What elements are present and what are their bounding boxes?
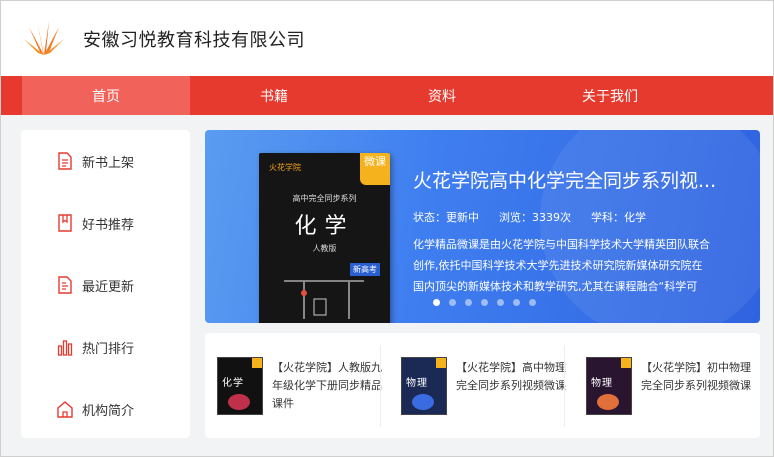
carousel-dot[interactable]: [497, 299, 504, 306]
document-icon: [58, 152, 72, 170]
book-list: 化学 【火花学院】人教版九年级化学下册同步精品课件 物理 【火花学院】高中物理完…: [205, 333, 760, 438]
banner-description: 化学精品微课是由火花学院与中国科学技术大学精英团队联合创作,依托中国科学技术大学…: [413, 238, 710, 293]
carousel-dot[interactable]: [513, 299, 520, 306]
book-card-title: 【火花学院】初中物理完全同步系列视频微课: [641, 361, 751, 392]
divider: [564, 345, 565, 427]
banner-book-cover[interactable]: 火花学院 微课 高中完全同步系列 化学 人教版 新高考: [259, 153, 390, 323]
nav-materials[interactable]: 资料: [358, 76, 526, 115]
cover-title: 化学: [222, 378, 244, 389]
book-card-cover: 物理: [401, 357, 447, 415]
bar-chart-icon: [57, 340, 73, 356]
banner-views: 浏览：3339次: [499, 211, 571, 224]
sidebar-item-label: 好书推荐: [82, 217, 135, 233]
sidebar-item-label: 新书上架: [82, 155, 135, 171]
sidebar-item-label: 最近更新: [82, 279, 135, 295]
bookmark-icon: [58, 214, 72, 232]
cover-illustration: [412, 394, 434, 410]
carousel-dot[interactable]: [481, 299, 488, 306]
carousel-dot[interactable]: [433, 299, 440, 306]
main-nav: 首页 书籍 资料 关于我们: [1, 76, 773, 115]
flame-logo-icon: [24, 21, 64, 55]
book-title: 化学: [294, 214, 355, 239]
carousel-dot[interactable]: [465, 299, 472, 306]
cover-badge: [436, 358, 446, 368]
banner-status: 状态：更新中: [413, 211, 479, 224]
nav-about-us[interactable]: 关于我们: [526, 76, 694, 115]
book-subtitle: 高中完全同步系列: [292, 194, 357, 203]
cover-title: 物理: [591, 378, 613, 389]
book-card[interactable]: 物理 【火花学院】高中物理完全同步系列视频微课: [401, 345, 566, 427]
featured-banner[interactable]: 火花学院 微课 高中完全同步系列 化学 人教版 新高考 火花学院高中化学完全同步…: [205, 130, 760, 323]
banner-title[interactable]: 火花学院高中化学完全同步系列视...: [413, 166, 743, 193]
nav-home[interactable]: 首页: [22, 76, 190, 115]
sidebar-item-label: 机构简介: [82, 403, 135, 419]
company-name: 安徽习悦教育科技有限公司: [83, 30, 305, 51]
divider: [380, 345, 381, 427]
cover-illustration: [228, 394, 250, 410]
nav-books[interactable]: 书籍: [190, 76, 358, 115]
sidebar-item-recommended[interactable]: 好书推荐: [21, 203, 190, 243]
sidebar-item-hot-ranking[interactable]: 热门排行: [21, 327, 190, 367]
site-header: 安徽习悦教育科技有限公司: [1, 1, 773, 76]
cover-title: 物理: [406, 378, 428, 389]
book-card-cover: 化学: [217, 357, 263, 415]
building-icon: [57, 401, 73, 418]
lab-equipment-illustration: [284, 280, 364, 319]
book-card-title: 【火花学院】人教版九年级化学下册同步精品课件: [272, 361, 382, 410]
banner-meta: 状态：更新中 浏览：3339次 学科：化学: [413, 209, 646, 225]
book-card[interactable]: 化学 【火花学院】人教版九年级化学下册同步精品课件: [217, 345, 382, 427]
cover-badge: [621, 358, 631, 368]
sidebar-item-institution-intro[interactable]: 机构简介: [21, 389, 190, 429]
banner-subject: 学科：化学: [591, 211, 646, 224]
carousel-dot[interactable]: [449, 299, 456, 306]
book-badge: 微课: [360, 153, 390, 185]
book-brand: 火花学院: [269, 163, 301, 172]
book-card-cover: 物理: [586, 357, 632, 415]
sidebar-item-label: 热门排行: [82, 341, 135, 357]
book-card-title: 【火花学院】高中物理完全同步系列视频微课: [456, 361, 566, 392]
book-publisher: 人教版: [312, 244, 337, 253]
carousel-dot[interactable]: [529, 299, 536, 306]
sidebar-item-recent-updates[interactable]: 最近更新: [21, 265, 190, 305]
edit-icon: [58, 276, 72, 294]
sidebar-item-new-books[interactable]: 新书上架: [21, 141, 190, 181]
book-card[interactable]: 物理 【火花学院】初中物理完全同步系列视频微课: [586, 345, 751, 427]
cover-badge: [252, 358, 262, 368]
cover-illustration: [597, 394, 619, 410]
sidebar: 新书上架 好书推荐 最近更新 热门排行 机构简介: [21, 130, 190, 438]
carousel-dots: [433, 299, 536, 306]
